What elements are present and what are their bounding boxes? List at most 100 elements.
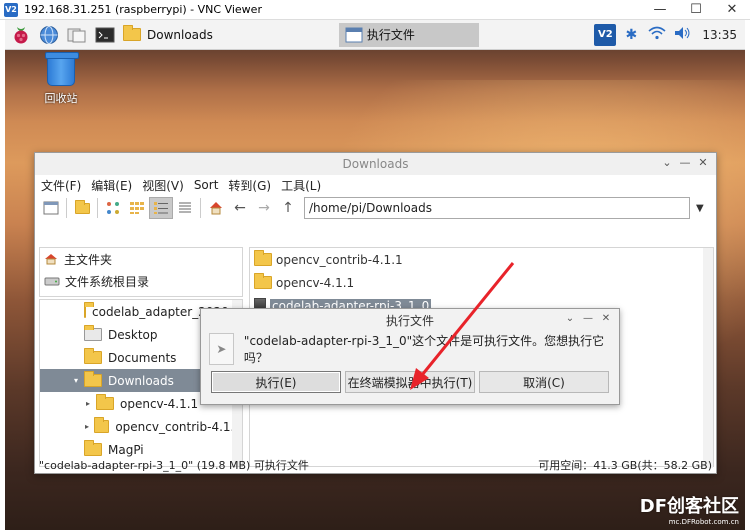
file-item[interactable]: opencv-4.1.1 — [250, 271, 713, 294]
vnc-logo-icon: V2 — [4, 2, 18, 17]
close-button[interactable]: ✕ — [714, 2, 750, 17]
minimize-icon[interactable]: — — [676, 156, 694, 169]
tree-item-label: Downloads — [108, 373, 174, 388]
trash-icon — [45, 52, 79, 86]
up-arrow-icon[interactable]: ↑ — [276, 197, 300, 219]
places-panel: 主文件夹 文件系统根目录 — [39, 247, 243, 297]
terminal-icon[interactable] — [93, 23, 117, 47]
menu-view[interactable]: 视图(V) — [142, 177, 184, 194]
path-dropdown-icon[interactable]: ▼ — [696, 203, 704, 214]
watermark: DF创客社区 mc.DFRobot.com.cn — [640, 492, 739, 526]
dialog-title: 执行文件 — [385, 313, 434, 328]
status-free-space: 可用空间：41.3 GB(共：58.2 GB) — [538, 459, 712, 472]
volume-icon[interactable] — [672, 26, 694, 44]
place-root[interactable]: 文件系统根目录 — [40, 270, 242, 292]
path-input[interactable]: /home/pi/Downloads — [304, 197, 690, 219]
home-icon — [45, 254, 57, 265]
taskbar-item-exec[interactable]: 执行文件 — [338, 22, 479, 47]
place-label: 主文件夹 — [64, 252, 113, 267]
documents-folder-icon — [84, 348, 102, 364]
folder-icon — [94, 417, 110, 433]
menu-sort[interactable]: Sort — [194, 178, 219, 192]
home-icon[interactable] — [204, 197, 228, 219]
folder-icon — [254, 273, 272, 289]
taskbar-item-label: 执行文件 — [366, 28, 415, 42]
chevron-down-icon[interactable]: ▾ — [70, 376, 82, 385]
downloads-folder-icon — [84, 371, 102, 387]
raspberry-menu-icon[interactable] — [9, 23, 33, 47]
folder-icon — [84, 302, 94, 318]
taskbar-item-downloads[interactable]: Downloads — [117, 23, 219, 47]
view-list-icon[interactable] — [173, 197, 197, 219]
maximize-button[interactable]: ☐ — [678, 2, 714, 17]
file-item-label: opencv_contrib-4.1.1 — [276, 252, 403, 267]
window-icon — [345, 27, 363, 42]
place-label: 文件系统根目录 — [65, 274, 150, 289]
drive-icon — [44, 277, 60, 286]
toolbar-separator — [200, 198, 201, 218]
tree-item-label: MagPi — [108, 442, 144, 457]
folder-glyph — [74, 199, 90, 214]
minimize-icon[interactable]: — — [579, 313, 597, 324]
window-title: Downloads — [342, 157, 409, 171]
tree-item-label: opencv_contrib-4.1.1 — [115, 419, 242, 434]
desktop-trash[interactable]: 回收站 — [33, 52, 89, 106]
desktop-icon-label: 回收站 — [44, 92, 78, 105]
window-title-bar: Downloads ⌄ — ✕ — [35, 153, 716, 175]
status-selection-info: "codelab-adapter-rpi-3_1_0" (19.8 MB) 可执… — [39, 459, 309, 472]
file-item[interactable]: opencv_contrib-4.1.1 — [250, 248, 713, 271]
dialog-title-bar: 执行文件 ⌄ — ✕ — [201, 309, 619, 331]
new-folder-icon[interactable] — [70, 197, 94, 219]
new-window-icon[interactable] — [39, 197, 63, 219]
close-icon[interactable]: ✕ — [694, 156, 712, 169]
tree-item-label: Desktop — [108, 327, 158, 342]
close-icon[interactable]: ✕ — [597, 313, 615, 324]
chevron-right-icon[interactable]: ▸ — [82, 399, 94, 408]
clock[interactable]: 13:35 — [702, 28, 737, 42]
tree-item-label: Documents — [108, 350, 177, 365]
execute-file-dialog: 执行文件 ⌄ — ✕ ➤ "codelab-adapter-rpi-3_1_0"… — [200, 308, 620, 405]
status-bar: "codelab-adapter-rpi-3_1_0" (19.8 MB) 可执… — [35, 457, 716, 473]
cancel-button[interactable]: 取消(C) — [479, 371, 609, 393]
view-icons-icon[interactable] — [101, 197, 125, 219]
vnc-server-icon[interactable]: V2 — [594, 23, 617, 46]
vnc-title-bar: V2 192.168.31.251 (raspberrypi) - VNC Vi… — [0, 0, 750, 20]
desktop-folder-icon — [84, 325, 102, 341]
toolbar-separator — [66, 198, 67, 218]
forward-arrow-icon[interactable]: → — [252, 197, 276, 219]
menu-go[interactable]: 转到(G) — [228, 177, 271, 194]
tree-item[interactable]: ▸ opencv_contrib-4.1.1 — [40, 415, 242, 438]
menu-bar: 文件(F) 编辑(E) 视图(V) Sort 转到(G) 工具(L) — [35, 175, 716, 195]
file-item-label: opencv-4.1.1 — [276, 275, 355, 290]
web-browser-icon[interactable] — [37, 23, 61, 47]
bluetooth-icon[interactable]: ✱ — [620, 27, 642, 43]
file-list-scrollbar[interactable] — [703, 248, 713, 468]
chevron-down-icon[interactable]: ⌄ — [658, 156, 676, 169]
menu-tools[interactable]: 工具(L) — [281, 177, 321, 194]
back-arrow-icon[interactable]: ← — [228, 197, 252, 219]
execute-in-terminal-button[interactable]: 在终端模拟器中执行(T) — [345, 371, 475, 393]
chevron-right-icon[interactable]: ▸ — [82, 422, 92, 431]
chevron-down-icon[interactable]: ⌄ — [561, 313, 579, 324]
menu-edit[interactable]: 编辑(E) — [91, 177, 132, 194]
vnc-window-title: 192.168.31.251 (raspberrypi) - VNC Viewe… — [24, 3, 262, 16]
view-compact-icon[interactable] — [149, 197, 173, 219]
watermark-url: mc.DFRobot.com.cn — [668, 518, 739, 526]
minimize-button[interactable]: — — [642, 2, 678, 17]
menu-file[interactable]: 文件(F) — [41, 177, 81, 194]
dialog-message: "codelab-adapter-rpi-3_1_0"这个文件是可执行文件。您想… — [243, 334, 605, 365]
folder-icon — [254, 250, 272, 266]
toolbar: ← → ↑ /home/pi/Downloads ▼ — [35, 195, 716, 221]
folder-icon — [84, 440, 102, 456]
taskbar: Downloads 执行文件 V2 ✱ 13:35 — [5, 20, 745, 50]
remote-desktop: Downloads 执行文件 V2 ✱ 13:35 回收站 Downloads … — [5, 20, 745, 530]
place-home[interactable]: 主文件夹 — [40, 248, 242, 270]
tree-item-label: opencv-4.1.1 — [120, 396, 199, 411]
watermark-brand: DF创客社区 — [639, 496, 739, 517]
view-thumbnails-icon[interactable] — [125, 197, 149, 219]
file-manager-icon[interactable] — [65, 23, 89, 47]
taskbar-item-label: Downloads — [147, 27, 213, 42]
wifi-icon[interactable] — [646, 26, 668, 44]
folder-icon — [123, 25, 141, 41]
execute-button[interactable]: 执行(E) — [211, 371, 341, 393]
